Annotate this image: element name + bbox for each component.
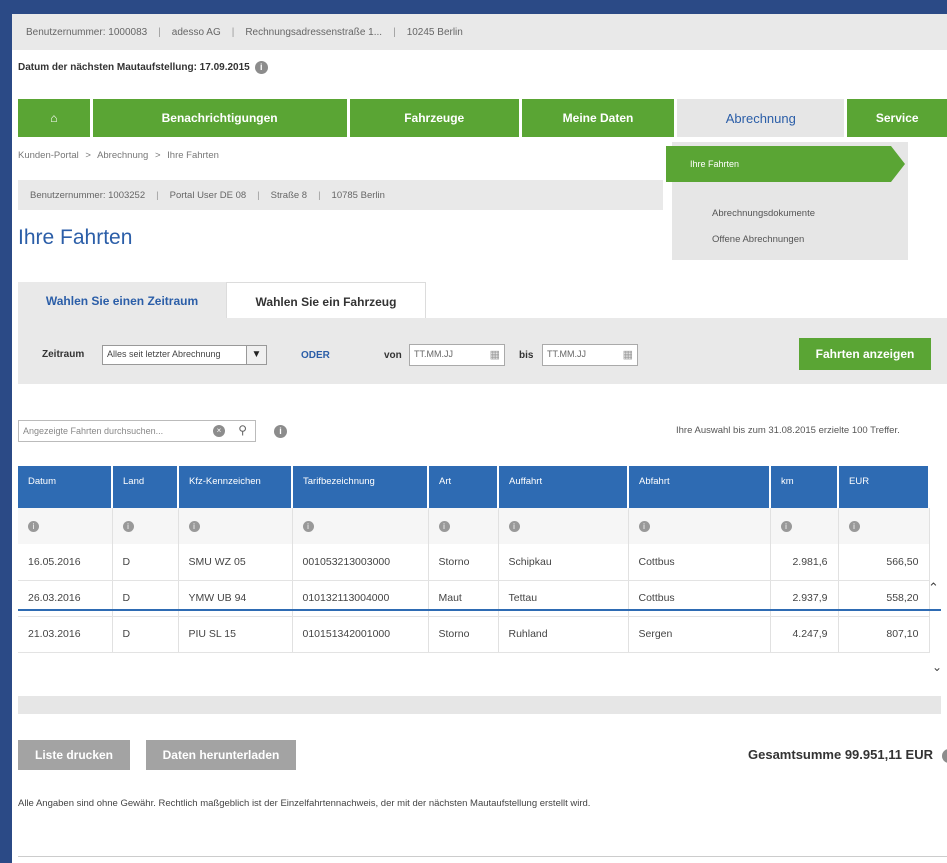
nav-benachrichtigungen[interactable]: Benachrichtigungen xyxy=(92,99,347,137)
clear-icon[interactable]: × xyxy=(213,425,225,437)
col-header-eur[interactable]: EUR xyxy=(838,466,930,508)
filter-icon[interactable]: i xyxy=(780,521,792,532)
user-info-bar: Benutzernummer: 1003252 | Portal User DE… xyxy=(18,180,663,210)
disclaimer-text: Alle Angaben sind ohne Gewähr. Rechtlich… xyxy=(18,798,591,809)
filter-icon[interactable]: i xyxy=(848,521,860,532)
total-sum: Gesamtsumme 99.951,11 EUR i xyxy=(748,747,947,763)
result-info: Ihre Auswahl bis zum 31.08.2015 erzielte… xyxy=(676,425,900,436)
breadcrumb: Kunden-Portal > Abrechnung > Ihre Fahrte… xyxy=(18,150,219,161)
bis-label: bis xyxy=(519,350,534,361)
col-header-auffahrt[interactable]: Auffahrt xyxy=(498,466,629,508)
filter-icon[interactable]: i xyxy=(188,521,200,532)
nav-service[interactable]: Service xyxy=(847,99,947,137)
billing-city: 10245 Berlin xyxy=(406,26,463,38)
user-street: Straße 8 xyxy=(270,189,308,201)
chevron-down-icon[interactable]: ▼ xyxy=(246,346,266,364)
info-icon[interactable]: i xyxy=(274,424,287,438)
show-trips-button[interactable]: Fahrten anzeigen xyxy=(799,338,931,370)
next-toll-statement-date: Datum der nächsten Mautaufstellung: 17.0… xyxy=(18,52,268,82)
nav-abrechnung[interactable]: Abrechnung xyxy=(677,99,845,137)
tab-zeitraum[interactable]: Wahlen Sie einen Zeitraum xyxy=(18,282,226,320)
scroll-up-icon[interactable]: ⌃ xyxy=(928,580,939,596)
menu-item-ihre-fahrten[interactable]: Ihre Fahrten xyxy=(666,146,905,182)
user-city: 10785 Berlin xyxy=(331,189,385,201)
column-filter-row: i i i i i i i i i xyxy=(18,508,930,544)
tab-fahrzeug[interactable]: Wahlen Sie ein Fahrzeug xyxy=(226,282,426,320)
scroll-down-icon[interactable]: ⌄ xyxy=(932,660,942,674)
search-icon[interactable]: ⚲ xyxy=(238,423,247,437)
nav-home[interactable]: ⌂ xyxy=(18,99,90,137)
info-icon[interactable]: i xyxy=(254,60,268,74)
breadcrumb-abrechnung[interactable]: Abrechnung xyxy=(97,150,148,161)
table-header-row: Datum Land Kfz-Kennzeichen Tarifbezeichn… xyxy=(18,466,930,508)
user-name: Portal User DE 08 xyxy=(169,189,247,201)
von-date-input[interactable]: TT.MM.JJ ▦ xyxy=(409,344,505,366)
download-data-button[interactable]: Daten herunterladen xyxy=(146,740,296,770)
breadcrumb-kunden-portal[interactable]: Kunden-Portal xyxy=(18,150,79,161)
info-icon[interactable]: i xyxy=(941,749,947,763)
account-number: Benutzernummer: 1000083 xyxy=(26,26,148,38)
col-header-kfz-kennzeichen[interactable]: Kfz-Kennzeichen xyxy=(178,466,293,508)
col-header-land[interactable]: Land xyxy=(112,466,179,508)
menu-item-abrechnungsdokumente[interactable]: Abrechnungsdokumente xyxy=(712,208,815,219)
footer-divider xyxy=(18,856,947,857)
breadcrumb-ihre-fahrten: Ihre Fahrten xyxy=(167,150,219,161)
filter-icon[interactable]: i xyxy=(28,521,39,532)
print-list-button[interactable]: Liste drucken xyxy=(18,740,130,770)
calendar-icon[interactable]: ▦ xyxy=(623,348,633,361)
von-label: von xyxy=(384,350,402,361)
filter-icon[interactable]: i xyxy=(302,521,314,532)
table-row[interactable]: 21.03.2016 D PIU SL 15 010151342001000 S… xyxy=(18,616,930,653)
row-divider xyxy=(18,609,941,611)
bis-date-input[interactable]: TT.MM.JJ ▦ xyxy=(542,344,638,366)
portal-frame: Benutzernummer: 1000083 | adesso AG | Re… xyxy=(12,14,947,863)
col-header-datum[interactable]: Datum xyxy=(18,466,113,508)
zeitraum-select[interactable]: Alles seit letzter Abrechnung xyxy=(102,345,267,365)
nav-meine-daten[interactable]: Meine Daten xyxy=(521,99,675,137)
col-header-km[interactable]: km xyxy=(770,466,839,508)
page-title: Ihre Fahrten xyxy=(18,226,133,249)
menu-item-offene-abrechnungen[interactable]: Offene Abrechnungen xyxy=(712,234,804,245)
home-icon: ⌂ xyxy=(50,111,58,125)
user-number: Benutzernummer: 1003252 xyxy=(30,189,146,201)
oder-label: ODER xyxy=(301,350,330,361)
selection-tabs: Wahlen Sie einen Zeitraum Wahlen Sie ein… xyxy=(18,280,947,320)
col-header-abfahrt[interactable]: Abfahrt xyxy=(628,466,771,508)
nav-fahrzeuge[interactable]: Fahrzeuge xyxy=(349,99,519,137)
trip-search: Angezeigte Fahrten durchsuchen... × ⚲ i xyxy=(18,420,288,442)
filter-icon[interactable]: i xyxy=(508,521,520,532)
search-input[interactable]: Angezeigte Fahrten durchsuchen... × ⚲ xyxy=(18,420,256,442)
table-row[interactable]: 16.05.2016 D SMU WZ 05 001053213003000 S… xyxy=(18,544,930,581)
calendar-icon[interactable]: ▦ xyxy=(490,348,500,361)
filter-icon[interactable]: i xyxy=(438,521,450,532)
filter-icon[interactable]: i xyxy=(638,521,650,532)
abrechnung-dropdown-menu: Ihre Fahrten Abrechnungsdokumente Offene… xyxy=(666,142,908,260)
filter-icon[interactable]: i xyxy=(122,521,134,532)
filter-panel: Zeitraum Alles seit letzter Abrechnung ▼… xyxy=(18,318,947,384)
main-navigation: ⌂ Benachrichtigungen Fahrzeuge Meine Dat… xyxy=(18,99,947,137)
col-header-art[interactable]: Art xyxy=(428,466,499,508)
company-name: adesso AG xyxy=(171,26,221,38)
account-info-bar: Benutzernummer: 1000083 | adesso AG | Re… xyxy=(12,14,947,50)
trips-table: Datum Land Kfz-Kennzeichen Tarifbezeichn… xyxy=(18,466,947,653)
zeitraum-label: Zeitraum xyxy=(42,349,85,360)
horizontal-scrollbar[interactable] xyxy=(18,696,941,714)
billing-address: Rechnungsadressenstraße 1... xyxy=(245,26,383,38)
col-header-tarifbezeichnung[interactable]: Tarifbezeichnung xyxy=(292,466,429,508)
